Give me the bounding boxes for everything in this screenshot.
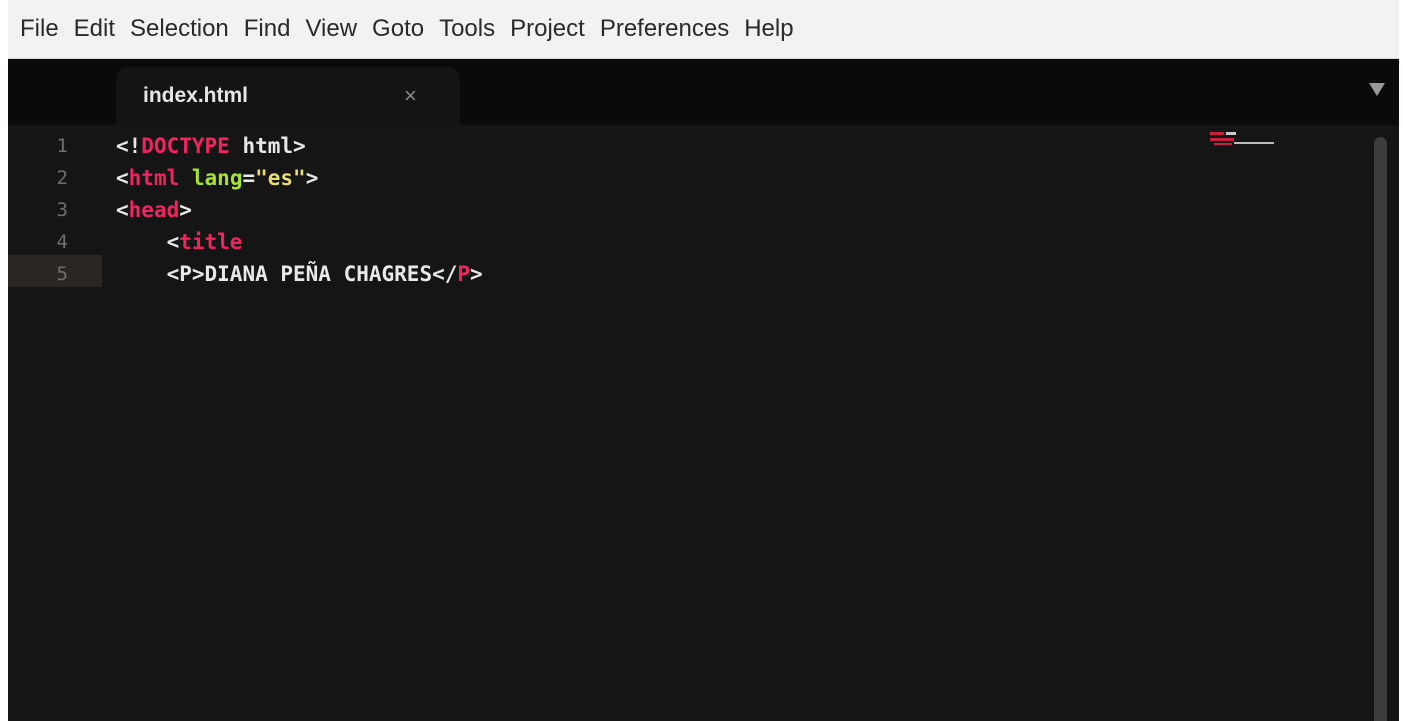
code-editor[interactable]: 1 2 3 4 5 <!DOCTYPE html> <html lang="es"… (8, 125, 1399, 721)
code-line[interactable]: <P>DIANA PEÑA CHAGRES</P> (116, 258, 483, 290)
code-token: DIANA PEÑA CHAGRES (204, 262, 433, 286)
code-token: head (128, 198, 180, 222)
code-area[interactable]: <!DOCTYPE html> <html lang="es"> <head> <t… (116, 130, 483, 290)
menu-find[interactable]: Find (244, 0, 306, 58)
line-number: 1 (56, 135, 68, 157)
code-token: > (179, 198, 192, 222)
tab-bar: index.html × (8, 59, 1399, 125)
code-line[interactable]: <title (116, 226, 483, 258)
line-number: 2 (56, 167, 68, 189)
minimap[interactable] (1210, 130, 1280, 152)
menu-help[interactable]: Help (744, 0, 808, 58)
menu-selection[interactable]: Selection (130, 0, 244, 58)
menu-bar: File Edit Selection Find View Goto Tools… (8, 0, 1399, 59)
menu-file[interactable]: File (20, 0, 74, 58)
code-token: lang (191, 166, 243, 190)
code-token: <! (116, 134, 142, 158)
line-number: 3 (56, 199, 68, 221)
code-token: DOCTYPE (141, 134, 230, 158)
code-token: < (116, 230, 180, 254)
menu-goto[interactable]: Goto (372, 0, 439, 58)
code-token: <P> (116, 262, 205, 286)
code-token: < (116, 198, 129, 222)
line-number: 5 (56, 263, 68, 285)
code-token: = (242, 166, 256, 190)
vertical-scrollbar[interactable] (1374, 137, 1387, 721)
code-token: > (305, 166, 319, 190)
menu-edit[interactable]: Edit (74, 0, 130, 58)
menu-project[interactable]: Project (510, 0, 600, 58)
code-line[interactable]: <html lang="es"> (116, 162, 483, 194)
code-token: html (128, 166, 180, 190)
code-token: </ (432, 262, 458, 286)
code-token: < (116, 166, 129, 190)
tab-title: index.html (143, 84, 249, 107)
editor-window: File Edit Selection Find View Goto Tools… (8, 0, 1399, 721)
code-line[interactable]: <!DOCTYPE html> (116, 130, 483, 162)
code-token: html> (229, 134, 306, 158)
code-token: "es" (255, 166, 306, 190)
code-line[interactable]: <head> (116, 194, 483, 226)
close-icon[interactable]: × (404, 67, 417, 125)
code-token: > (470, 262, 483, 286)
line-number: 4 (56, 231, 68, 253)
code-token: P (457, 262, 471, 286)
code-token: title (179, 230, 243, 254)
menu-view[interactable]: View (305, 0, 372, 58)
menu-tools[interactable]: Tools (439, 0, 510, 58)
triangle-down-icon[interactable] (1369, 83, 1385, 96)
menu-preferences[interactable]: Preferences (600, 0, 744, 58)
line-number-gutter: 1 2 3 4 5 (8, 125, 102, 721)
tab-index-html[interactable]: index.html × (116, 67, 460, 125)
